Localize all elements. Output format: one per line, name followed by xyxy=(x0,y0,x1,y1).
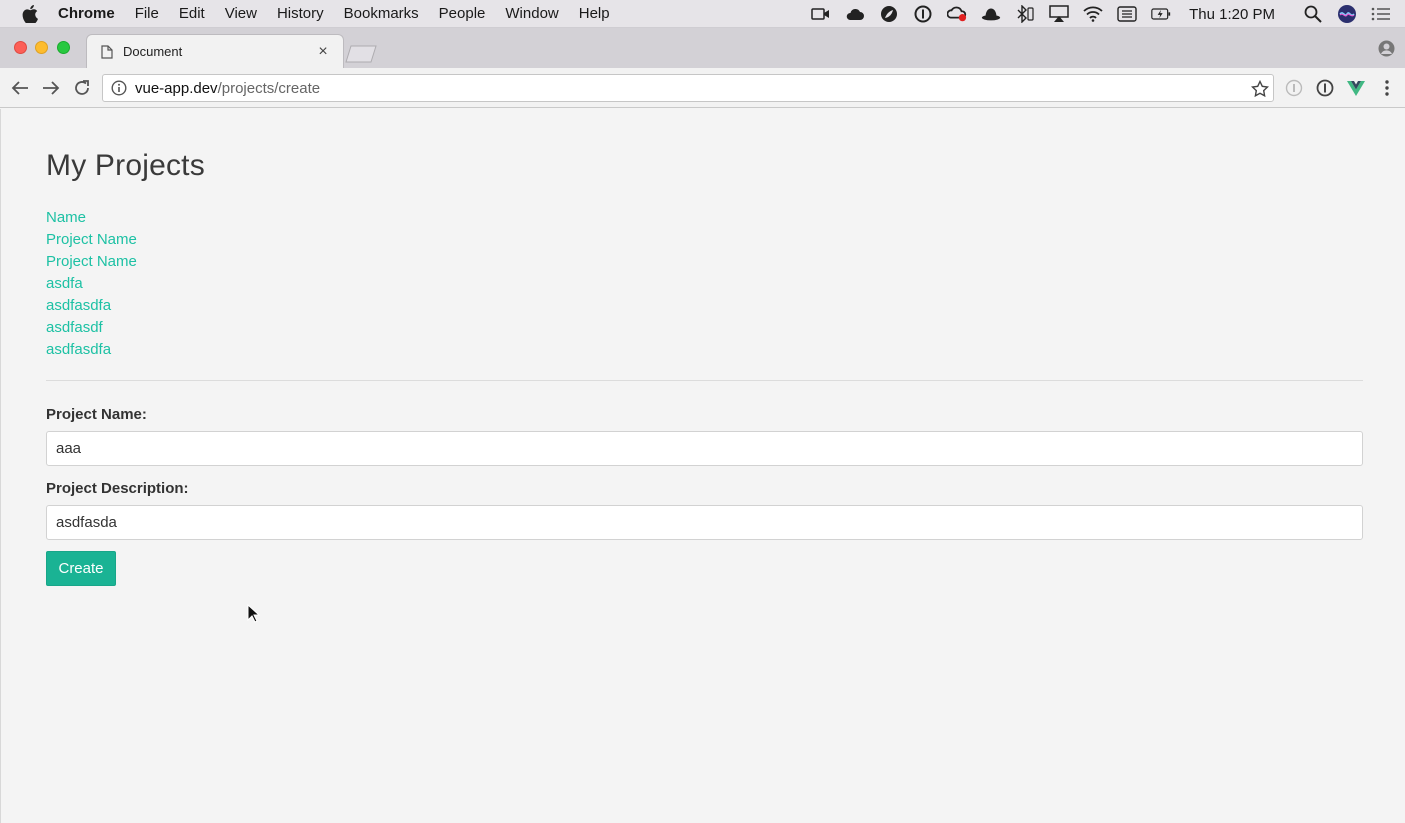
bowler-hat-icon[interactable] xyxy=(981,5,1001,23)
list-item: Name xyxy=(46,207,137,229)
page-viewport: My Projects Name Project Name Project Na… xyxy=(0,109,1405,823)
project-link[interactable]: asdfa xyxy=(46,275,83,292)
project-description-input[interactable] xyxy=(46,505,1363,540)
address-bar[interactable]: vue-app.dev/projects/create xyxy=(102,74,1274,102)
new-tab-button[interactable] xyxy=(344,45,378,63)
extension-circle-icon[interactable] xyxy=(1285,79,1303,97)
wifi-icon[interactable] xyxy=(1083,5,1103,23)
url-host: vue-app.dev xyxy=(135,79,218,97)
facetime-icon[interactable] xyxy=(811,5,831,23)
project-link[interactable]: asdfasdfa xyxy=(46,297,111,314)
forward-arrow-icon[interactable] xyxy=(41,78,61,98)
menu-window[interactable]: Window xyxy=(505,5,558,22)
window-minimize-button[interactable] xyxy=(35,41,48,54)
browser-tab-document[interactable]: Document × xyxy=(86,34,344,68)
cloud-icon[interactable] xyxy=(845,5,865,23)
bookmark-star-icon[interactable] xyxy=(1251,80,1269,98)
airplay-icon[interactable] xyxy=(1049,5,1069,23)
menu-edit[interactable]: Edit xyxy=(179,5,205,22)
browser-tab-strip: Document × xyxy=(0,28,1405,68)
menu-bookmarks[interactable]: Bookmarks xyxy=(344,5,419,22)
url-path: /projects/create xyxy=(217,79,321,97)
bluetooth-icon[interactable] xyxy=(1015,5,1035,23)
menu-people[interactable]: People xyxy=(439,5,486,22)
status-area: Thu 1:20 PM xyxy=(797,0,1391,28)
project-name-input[interactable] xyxy=(46,431,1363,466)
notification-center-icon[interactable] xyxy=(1371,5,1391,23)
tab-close-icon[interactable]: × xyxy=(315,43,331,61)
mouse-cursor-icon xyxy=(247,603,261,624)
divider xyxy=(46,380,1363,381)
leaf-icon[interactable] xyxy=(879,5,899,23)
menubar-clock[interactable]: Thu 1:20 PM xyxy=(1189,6,1275,23)
menu-history[interactable]: History xyxy=(277,5,324,22)
create-button[interactable]: Create xyxy=(46,551,116,586)
menu-view[interactable]: View xyxy=(225,5,257,22)
project-link[interactable]: Project Name xyxy=(46,231,137,248)
list-item: Project Name xyxy=(46,229,137,251)
list-item: Project Name xyxy=(46,251,137,273)
project-link[interactable]: Name xyxy=(46,209,86,226)
siri-icon[interactable] xyxy=(1337,5,1357,23)
page-title: My Projects xyxy=(46,149,205,182)
list-item: asdfa xyxy=(46,273,137,295)
battery-icon[interactable] xyxy=(1151,5,1171,23)
document-icon xyxy=(101,44,113,59)
macos-menu-bar: Chrome File Edit View History Bookmarks … xyxy=(0,0,1405,28)
profile-icon[interactable] xyxy=(1378,40,1395,57)
apple-menu-icon[interactable] xyxy=(22,4,40,23)
menu-file[interactable]: File xyxy=(135,5,159,22)
project-description-label: Project Description: xyxy=(46,480,189,497)
site-info-icon[interactable] xyxy=(111,80,127,96)
project-name-label: Project Name: xyxy=(46,406,147,423)
back-arrow-icon[interactable] xyxy=(10,78,30,98)
vue-devtools-icon[interactable] xyxy=(1347,79,1365,97)
creative-cloud-icon[interactable] xyxy=(947,5,967,23)
list-item: asdfasdf xyxy=(46,317,137,339)
keyboard-icon[interactable] xyxy=(1117,5,1137,23)
chrome-menu-icon[interactable] xyxy=(1378,79,1396,97)
window-close-button[interactable] xyxy=(14,41,27,54)
browser-toolbar: vue-app.dev/projects/create xyxy=(0,68,1405,108)
onepassword-extension-icon[interactable] xyxy=(1316,79,1334,97)
menu-chrome[interactable]: Chrome xyxy=(58,5,115,22)
window-zoom-button[interactable] xyxy=(57,41,70,54)
reload-icon[interactable] xyxy=(72,78,92,98)
onepassword-icon[interactable] xyxy=(913,5,933,23)
menu-help[interactable]: Help xyxy=(579,5,610,22)
project-link[interactable]: asdfasdfa xyxy=(46,341,111,358)
project-link[interactable]: asdfasdf xyxy=(46,319,103,336)
tab-title: Document xyxy=(123,44,183,59)
list-item: asdfasdfa xyxy=(46,339,137,361)
project-list: Name Project Name Project Name asdfa asd… xyxy=(46,207,137,361)
spotlight-icon[interactable] xyxy=(1303,5,1323,23)
list-item: asdfasdfa xyxy=(46,295,137,317)
project-link[interactable]: Project Name xyxy=(46,253,137,270)
